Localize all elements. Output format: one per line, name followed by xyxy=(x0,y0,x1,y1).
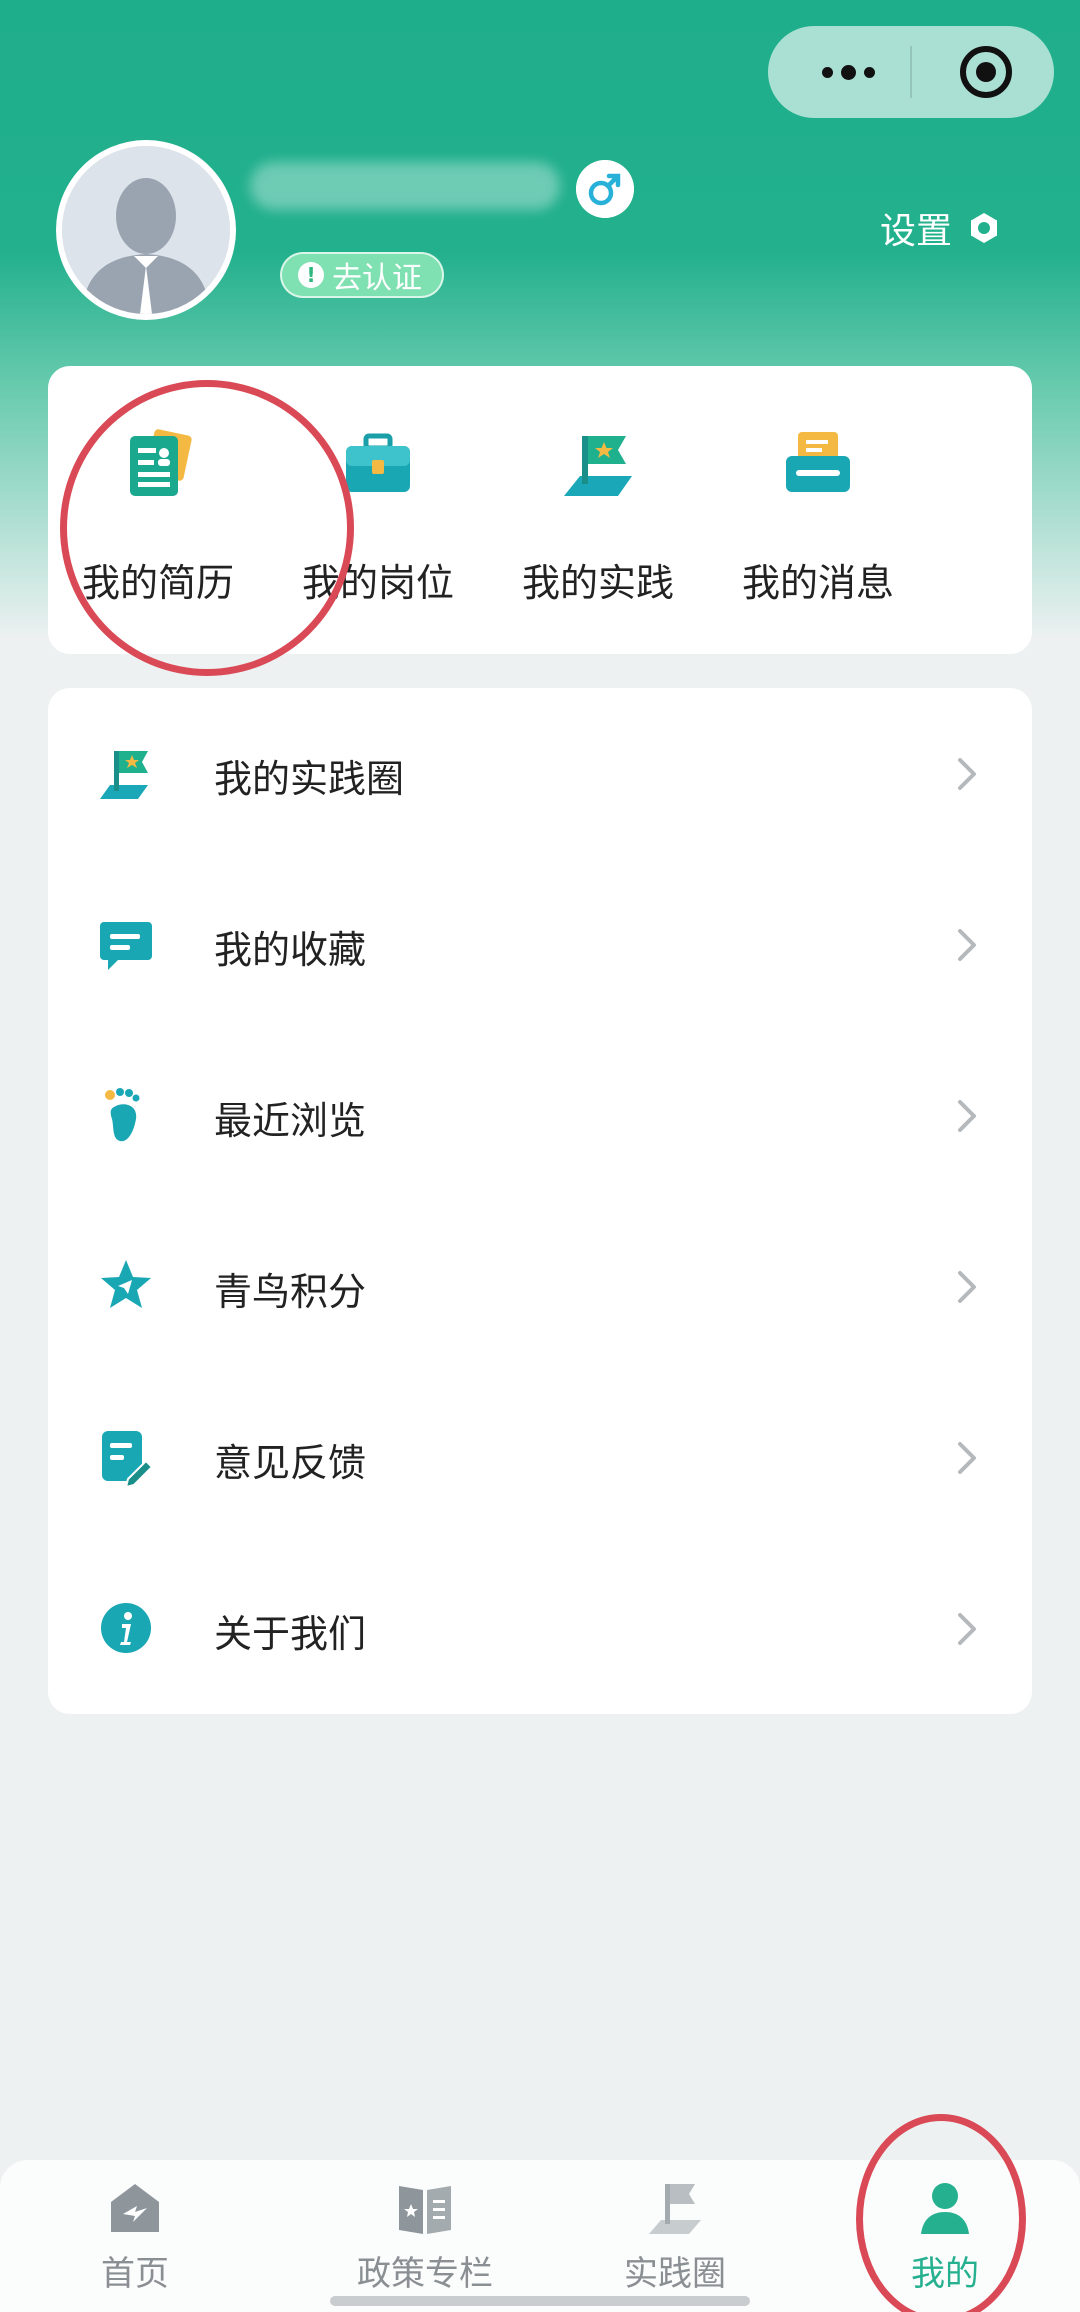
menu-item-recent[interactable]: 最近浏览 xyxy=(48,1030,1032,1201)
username-redacted xyxy=(250,162,560,210)
policy-book-icon xyxy=(399,2186,451,2234)
chevron-right-icon xyxy=(958,929,976,961)
quick-action-label: 我的实践 xyxy=(521,561,674,605)
chevron-right-icon xyxy=(958,1613,976,1645)
verify-badge[interactable]: ! 去认证 xyxy=(280,252,444,298)
star-bird-icon xyxy=(101,1260,151,1308)
footprint-icon xyxy=(105,1088,140,1142)
annotation-circle-resume xyxy=(60,380,354,676)
briefcase-icon xyxy=(346,433,410,492)
menu-item-about[interactable]: 关于我们 xyxy=(48,1543,1032,1714)
male-gender-icon xyxy=(576,160,634,218)
settings-hexagon-icon xyxy=(971,213,998,243)
flag-icon xyxy=(564,436,632,496)
tab-label: 实践圈 xyxy=(624,2254,726,2294)
menu-item-label: 青鸟积分 xyxy=(214,1270,367,1314)
info-icon xyxy=(101,1603,151,1653)
tab-practice[interactable]: 实践圈 xyxy=(565,2178,785,2308)
avatar[interactable] xyxy=(56,140,236,320)
menu-item-label: 最近浏览 xyxy=(214,1099,367,1143)
practice-flag-icon xyxy=(649,2184,701,2234)
menu-item-feedback[interactable]: 意见反馈 xyxy=(48,1372,1032,1543)
default-avatar-icon xyxy=(62,146,230,314)
tab-label: 政策专栏 xyxy=(357,2254,493,2294)
quick-action-messages[interactable]: 我的消息 xyxy=(708,366,928,654)
annotation-circle-mine-tab xyxy=(856,2114,1026,2312)
close-miniprogram-icon[interactable] xyxy=(958,44,1014,100)
alert-icon: ! xyxy=(298,262,324,288)
menu-item-favorites[interactable]: 我的收藏 xyxy=(48,859,1032,1030)
chevron-right-icon xyxy=(958,1442,976,1474)
message-tray-icon xyxy=(786,432,850,492)
settings-button[interactable]: 设置 xyxy=(880,202,1002,254)
quick-action-practice[interactable]: 我的实践 xyxy=(488,366,708,654)
chevron-right-icon xyxy=(958,1100,976,1132)
chevron-right-icon xyxy=(958,1271,976,1303)
dot xyxy=(840,64,856,80)
menu-list: 我的实践圈 我的收藏 最近浏览 青鸟积分 意见反馈 关于我们 xyxy=(48,688,1032,1714)
home-indicator xyxy=(330,2296,750,2306)
capsule-divider xyxy=(910,46,912,98)
menu-item-label: 意见反馈 xyxy=(214,1441,367,1485)
more-options-button[interactable] xyxy=(808,26,888,118)
favorite-chat-icon xyxy=(100,922,152,970)
menu-item-label: 关于我们 xyxy=(214,1612,367,1656)
verify-label: 去认证 xyxy=(332,261,422,296)
miniprogram-capsule xyxy=(768,26,1054,118)
dot xyxy=(863,66,875,78)
settings-label: 设置 xyxy=(880,211,953,252)
menu-item-label: 我的实践圈 xyxy=(214,757,405,801)
menu-item-label: 我的收藏 xyxy=(214,928,367,972)
practice-circle-icon xyxy=(100,751,148,799)
quick-action-label: 我的消息 xyxy=(741,561,894,605)
tab-label: 首页 xyxy=(101,2254,169,2294)
home-icon xyxy=(111,2184,159,2232)
menu-item-points[interactable]: 青鸟积分 xyxy=(48,1201,1032,1372)
tab-policy[interactable]: 政策专栏 xyxy=(315,2178,535,2308)
menu-item-practice-circle[interactable]: 我的实践圈 xyxy=(48,688,1032,859)
chevron-right-icon xyxy=(958,758,976,790)
tab-home[interactable]: 首页 xyxy=(25,2178,245,2308)
dot xyxy=(821,66,833,78)
feedback-edit-icon xyxy=(102,1431,154,1487)
